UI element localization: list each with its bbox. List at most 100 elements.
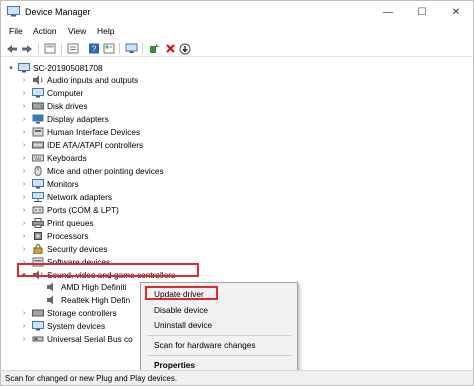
tree-category[interactable]: › Ports (COM & LPT) <box>1 204 241 216</box>
monitor-icon[interactable] <box>124 42 138 55</box>
tree-category[interactable]: › Mice and other pointing devices <box>1 165 241 177</box>
context-item-uninstall-device[interactable]: Uninstall device <box>154 320 212 330</box>
port-icon <box>32 206 44 214</box>
tree-device[interactable]: Realtek High Defin <box>1 294 161 306</box>
context-item-properties[interactable]: Properties <box>154 360 195 370</box>
chevron-right-icon[interactable]: › <box>20 165 28 177</box>
context-item-update-driver[interactable]: Update driver <box>154 289 204 299</box>
chevron-right-icon[interactable]: › <box>20 230 28 242</box>
chevron-right-icon[interactable]: › <box>20 191 28 203</box>
security-icon <box>33 244 43 254</box>
menu-action[interactable]: Action <box>33 26 57 36</box>
chevron-right-icon[interactable]: › <box>20 74 28 86</box>
tree-category[interactable]: › Disk drives <box>1 100 241 112</box>
forward-arrow-icon[interactable] <box>20 42 34 55</box>
audio-device-icon <box>47 282 53 292</box>
toolbar-separator <box>119 43 120 54</box>
tree-category[interactable]: › System devices <box>1 320 161 332</box>
chevron-right-icon[interactable]: › <box>20 320 28 332</box>
tree-category-label: Display adapters <box>47 114 109 124</box>
tree-category-label: Processors <box>47 231 89 241</box>
maximize-button[interactable]: ☐ <box>405 1 439 23</box>
chevron-right-icon[interactable]: › <box>20 87 28 99</box>
close-button[interactable]: ✕ <box>439 1 473 23</box>
chevron-right-icon[interactable]: › <box>20 333 28 345</box>
chevron-right-icon[interactable]: › <box>20 139 28 151</box>
tree-category[interactable]: › Print queues <box>1 217 241 229</box>
chevron-right-icon[interactable]: › <box>20 217 28 229</box>
tree-category-label: Security devices <box>47 244 108 254</box>
tree-category[interactable]: › Storage controllers <box>1 307 161 319</box>
tree-category[interactable]: › Human Interface Devices <box>1 126 241 138</box>
menu-view[interactable]: View <box>68 26 86 36</box>
context-item-disable-device[interactable]: Disable device <box>154 305 208 315</box>
tree-category[interactable]: › Monitors <box>1 178 241 190</box>
tree-category-label: System devices <box>47 321 106 331</box>
tree-category[interactable]: › Audio inputs and outputs <box>1 74 241 86</box>
title-bar: Device Manager — ☐ ✕ <box>1 1 473 23</box>
tree-category-label: Human Interface Devices <box>47 127 141 137</box>
storage-icon <box>32 309 44 317</box>
download-icon[interactable] <box>178 42 192 55</box>
chevron-right-icon[interactable]: › <box>20 152 28 164</box>
computer-icon <box>18 63 30 73</box>
tree-category-label: Audio inputs and outputs <box>47 75 139 85</box>
tree-category[interactable]: › Network adapters <box>1 191 241 203</box>
speaker-icon <box>33 75 43 85</box>
chevron-right-icon[interactable]: › <box>20 126 28 138</box>
computer-icon <box>32 88 44 98</box>
device-manager-window: Device Manager — ☐ ✕ File Action View He… <box>0 0 474 386</box>
usb-icon <box>32 336 44 342</box>
tree-category[interactable]: › IDE ATA/ATAPI controllers <box>1 139 241 151</box>
tree-device[interactable]: AMD High Definiti <box>1 281 161 293</box>
context-menu: Update driver Disable device Uninstall d… <box>140 282 298 373</box>
tree-device-label: AMD High Definiti <box>61 282 127 292</box>
chevron-down-icon[interactable]: ▾ <box>7 62 15 74</box>
chevron-right-icon[interactable]: › <box>20 113 28 125</box>
system-icon <box>32 321 44 331</box>
disk-icon <box>32 102 44 110</box>
tree-category-label: Computer <box>47 88 84 98</box>
context-separator <box>147 355 291 356</box>
tree-category[interactable]: › Processors <box>1 230 241 242</box>
chevron-right-icon[interactable]: › <box>20 100 28 112</box>
tree-root-label: SC-201905081708 <box>33 63 103 73</box>
menu-help[interactable]: Help <box>97 26 114 36</box>
tree-root[interactable]: ▾ SC-201905081708 <box>1 62 201 74</box>
device-manager-app-icon <box>7 6 20 17</box>
chevron-right-icon[interactable]: › <box>20 178 28 190</box>
mouse-icon <box>34 166 42 176</box>
tree-category-label: Network adapters <box>47 192 113 202</box>
tree-category[interactable]: › Keyboards <box>1 152 241 164</box>
chevron-right-icon[interactable]: › <box>20 307 28 319</box>
tree-category-label: Universal Serial Bus co <box>47 334 133 344</box>
back-arrow-icon[interactable] <box>5 42 19 55</box>
highlight-box-sound <box>17 263 199 277</box>
tree-category-label: Storage controllers <box>47 308 117 318</box>
device-list-icon[interactable] <box>102 42 116 55</box>
chevron-right-icon[interactable]: › <box>20 204 28 216</box>
computer-view-icon[interactable] <box>43 42 57 55</box>
window-title: Device Manager <box>25 7 91 17</box>
keyboard-icon <box>32 154 44 162</box>
add-driver-icon[interactable] <box>147 42 161 55</box>
tree-category[interactable]: › Display adapters <box>1 113 241 125</box>
context-separator <box>147 335 291 336</box>
tree-category-label: Keyboards <box>47 153 87 163</box>
tree-device-label: Realtek High Defin <box>61 295 131 305</box>
toolbar-separator <box>142 43 143 54</box>
tree-category[interactable]: › Computer <box>1 87 241 99</box>
menu-file[interactable]: File <box>9 26 23 36</box>
status-bar: Scan for changed or new Plug and Play de… <box>1 370 473 385</box>
toolbar: ? <box>1 40 473 57</box>
minimize-button[interactable]: — <box>371 1 405 23</box>
tree-category-label: Monitors <box>47 179 79 189</box>
context-item-scan-hardware[interactable]: Scan for hardware changes <box>154 340 255 350</box>
help-icon[interactable]: ? <box>87 42 101 55</box>
remove-x-icon[interactable] <box>163 42 177 55</box>
chevron-right-icon[interactable]: › <box>20 243 28 255</box>
properties-icon[interactable] <box>66 42 80 55</box>
tree-category[interactable]: › Security devices <box>1 243 241 255</box>
hid-icon <box>32 127 44 137</box>
tree-category[interactable]: › Universal Serial Bus co <box>1 333 161 345</box>
